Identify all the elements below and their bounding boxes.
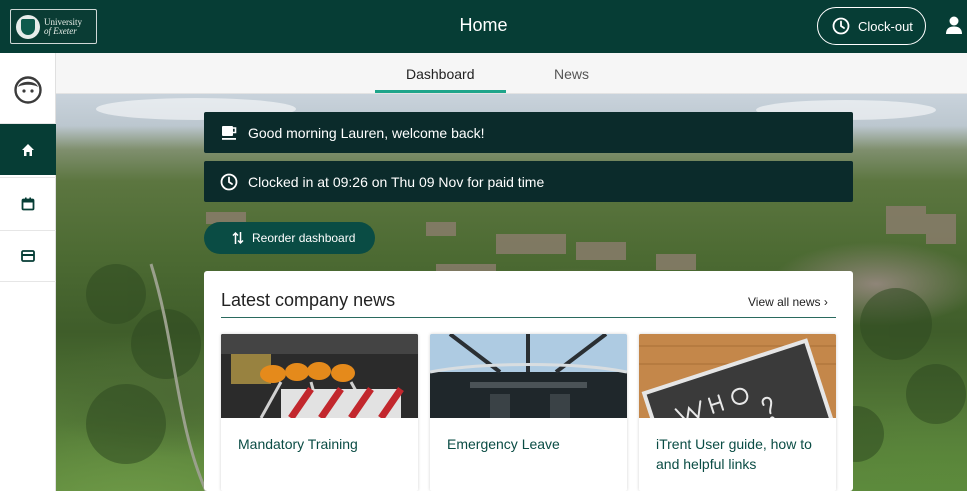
news-item-title: iTrent User guide, how to and helpful li… xyxy=(656,436,812,472)
tab-dashboard[interactable]: Dashboard xyxy=(406,66,475,82)
reorder-arrows-icon xyxy=(232,231,244,245)
clock-out-label: Clock-out xyxy=(858,18,913,34)
sidebar-item-home[interactable] xyxy=(0,123,56,175)
news-item-mandatory-training[interactable]: Mandatory Training xyxy=(221,334,418,491)
company-news-panel: Latest company news View all news › Mand… xyxy=(204,271,853,491)
news-image xyxy=(221,334,418,418)
news-image xyxy=(430,334,627,418)
news-image xyxy=(639,334,836,418)
reorder-dashboard-button[interactable]: Reorder dashboard xyxy=(204,222,375,254)
sidebar xyxy=(0,53,56,491)
greeting-message: Good morning Lauren, welcome back! xyxy=(248,124,485,141)
coffee-cup-icon xyxy=(222,125,237,140)
view-all-news-link[interactable]: View all news › xyxy=(748,295,828,309)
clock-icon xyxy=(220,173,238,190)
news-heading: Latest company news xyxy=(221,290,396,310)
clock-out-button[interactable]: Clock-out xyxy=(817,7,926,45)
card-icon xyxy=(21,250,35,262)
clock-status-text: Clocked in at 09:26 on Thu 09 Nov for pa… xyxy=(248,173,545,190)
home-icon xyxy=(22,143,34,156)
reorder-label: Reorder dashboard xyxy=(252,231,356,245)
divider xyxy=(221,317,836,318)
tab-news[interactable]: News xyxy=(554,66,589,82)
news-item-emergency-leave[interactable]: Emergency Leave xyxy=(430,334,627,491)
news-item-title: Mandatory Training xyxy=(238,436,358,452)
top-bar: University of Exeter Home Clock-out xyxy=(0,0,967,53)
avatar-icon[interactable] xyxy=(14,76,42,104)
user-icon[interactable] xyxy=(945,15,963,35)
news-item-title: Emergency Leave xyxy=(447,436,560,452)
sidebar-item-payslip[interactable] xyxy=(0,230,56,282)
news-item-itrent-user-guide[interactable]: iTrent User guide, how to and helpful li… xyxy=(639,334,836,491)
clock-status-banner: Clocked in at 09:26 on Thu 09 Nov for pa… xyxy=(204,161,853,202)
clock-icon xyxy=(832,17,850,35)
tab-bar: Dashboard News xyxy=(56,53,967,94)
calendar-icon xyxy=(21,197,35,210)
greeting-banner: Good morning Lauren, welcome back! xyxy=(204,112,853,153)
active-tab-indicator xyxy=(375,90,506,93)
sidebar-item-calendar[interactable] xyxy=(0,177,56,229)
